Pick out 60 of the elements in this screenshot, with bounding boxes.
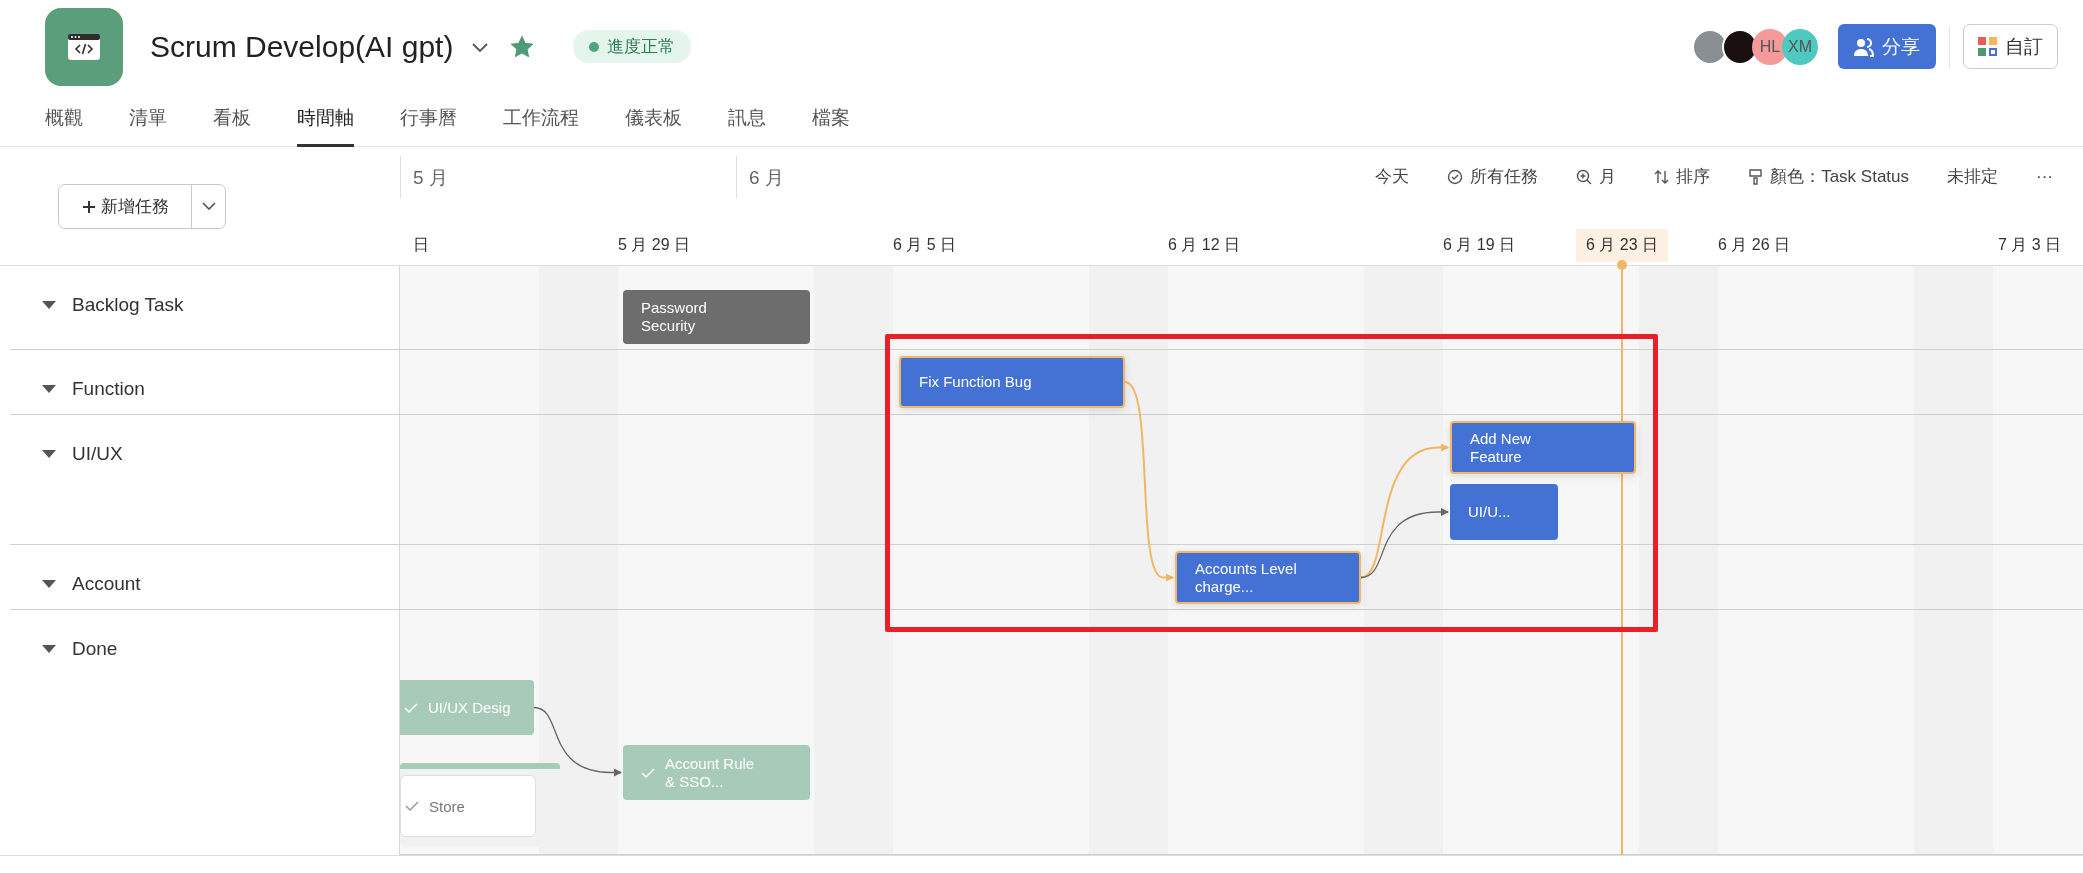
view-tab[interactable]: 清單	[129, 88, 167, 147]
toolbar-button[interactable]: ···	[2036, 162, 2053, 191]
date-label: 6 月 12 日	[1168, 235, 1241, 255]
view-tab[interactable]: 看板	[213, 88, 251, 147]
toolbar-button[interactable]: 所有任務	[1447, 161, 1539, 192]
task-bar[interactable]: Accounts Level charge...	[1175, 551, 1361, 604]
zoom-in-icon	[1576, 168, 1593, 185]
toolbar-button[interactable]: 今天	[1375, 161, 1410, 192]
view-tab[interactable]: 行事曆	[400, 88, 457, 147]
status-badge: 進度正常	[573, 30, 692, 63]
view-tab[interactable]: 概觀	[45, 88, 83, 147]
group-label: Done	[72, 637, 118, 661]
toolbar-button[interactable]: 未排定	[1947, 161, 1998, 192]
collapse-triangle-icon[interactable]	[42, 645, 56, 653]
date-label: 7 月 3 日	[1998, 235, 2062, 255]
check-icon	[405, 800, 419, 812]
view-tab[interactable]: 訊息	[728, 88, 766, 147]
date-label: 日	[413, 235, 429, 255]
date-label: 6 月 19 日	[1443, 235, 1516, 255]
group-label: Account	[72, 572, 141, 596]
check-circle-icon	[1447, 168, 1464, 185]
task-bar[interactable]: Add New Feature	[1450, 421, 1636, 474]
grid-icon	[1978, 37, 1997, 56]
date-label: 6 月 26 日	[1718, 235, 1791, 255]
task-card[interactable]: Store	[400, 775, 536, 837]
month-label: 5 月	[400, 156, 736, 198]
plus-icon	[81, 199, 96, 214]
view-tab[interactable]: 工作流程	[503, 88, 579, 147]
collapse-triangle-icon[interactable]	[42, 385, 56, 393]
sort-icon	[1654, 168, 1670, 185]
group-label: Backlog Task	[72, 293, 184, 317]
view-tab[interactable]: 檔案	[812, 88, 850, 147]
task-bar[interactable]: UI/U...	[1450, 484, 1558, 540]
task-bar[interactable]: Fix Function Bug	[899, 356, 1125, 408]
group-label: Function	[72, 377, 145, 401]
customize-button[interactable]: 自訂	[1963, 24, 2058, 69]
collapse-triangle-icon[interactable]	[42, 301, 56, 309]
toolbar-button[interactable]: 月	[1576, 161, 1617, 192]
project-title: Scrum Develop(AI gpt)	[150, 29, 454, 64]
collapse-triangle-icon[interactable]	[42, 450, 56, 458]
date-label: 5 月 29 日	[618, 235, 691, 255]
group-label: UI/UX	[72, 442, 123, 466]
people-icon	[1854, 36, 1874, 57]
today-marker-icon	[1617, 260, 1627, 270]
share-button[interactable]: 分享	[1838, 24, 1936, 69]
month-label: 6 月	[736, 156, 1036, 198]
avatar[interactable]: XM	[1782, 28, 1818, 65]
star-icon[interactable]	[511, 36, 534, 57]
collapse-triangle-icon[interactable]	[42, 580, 56, 588]
paint-brush-icon	[1748, 168, 1764, 185]
view-tab[interactable]: 時間軸	[297, 88, 354, 147]
check-icon	[404, 701, 418, 714]
date-label: 6 月 23 日	[1576, 229, 1668, 262]
view-tab[interactable]: 儀表板	[625, 88, 682, 147]
toolbar-button[interactable]: 排序	[1654, 161, 1711, 192]
check-icon	[641, 766, 655, 779]
toolbar-button[interactable]: 顏色：Task Status	[1748, 161, 1909, 192]
chevron-down-icon	[201, 202, 216, 211]
task-bar[interactable]: Password Security	[623, 290, 810, 344]
date-label: 6 月 5 日	[893, 235, 957, 255]
